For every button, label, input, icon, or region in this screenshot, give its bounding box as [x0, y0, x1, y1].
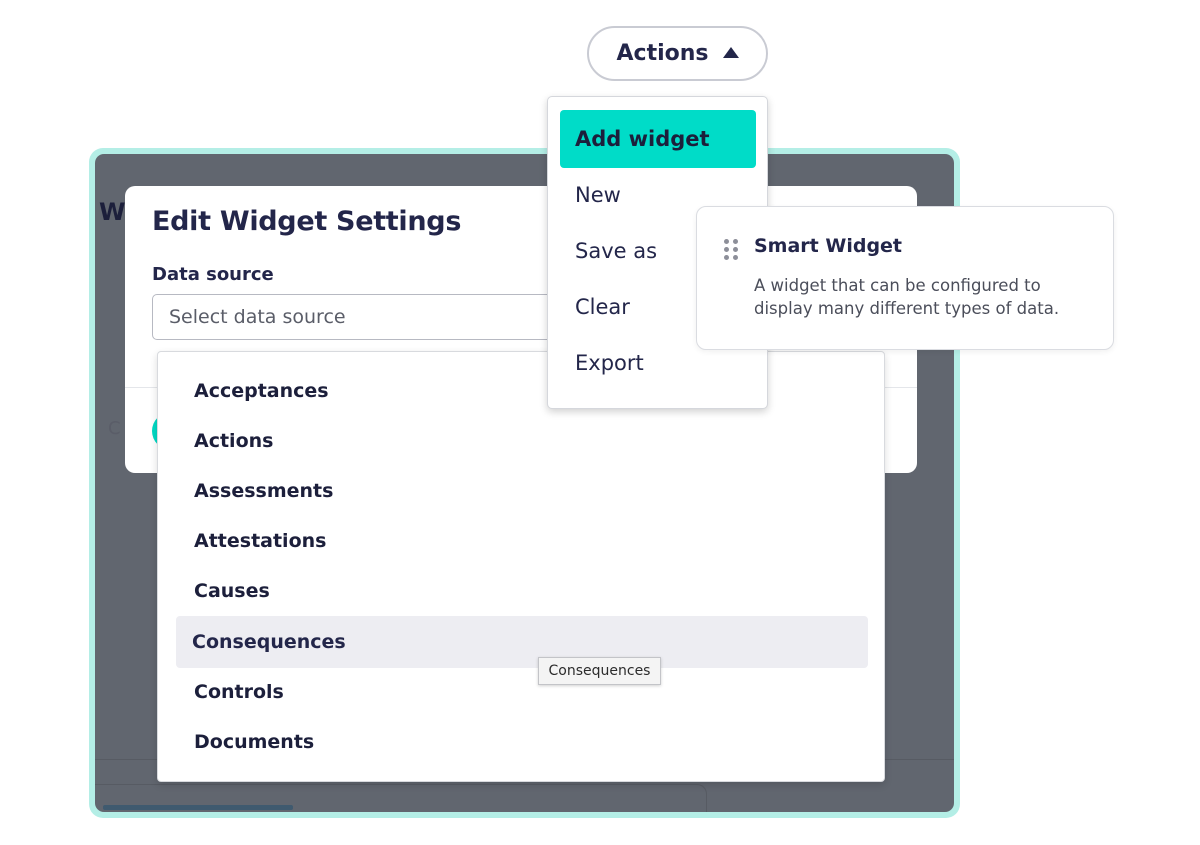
- option-controls[interactable]: Controls: [176, 666, 868, 718]
- widget-title: Smart Widget: [754, 235, 903, 257]
- widget-description: A widget that can be configured to displ…: [754, 276, 1060, 318]
- modal-footer-fragment: C: [108, 418, 121, 439]
- actions-button[interactable]: Actions: [587, 26, 768, 81]
- stage: Actions Wi Edit Widget Settings Data sou…: [0, 0, 1200, 845]
- option-actions[interactable]: Actions: [176, 415, 868, 467]
- option-tooltip: Consequences: [538, 657, 661, 685]
- option-consequences[interactable]: Consequences: [176, 616, 868, 668]
- option-assessments[interactable]: Assessments: [176, 465, 868, 517]
- data-source-label: Data source: [152, 264, 274, 285]
- data-source-select[interactable]: [152, 294, 572, 340]
- modal-title: Edit Widget Settings: [152, 206, 462, 237]
- option-attestations[interactable]: Attestations: [176, 515, 868, 567]
- option-documents[interactable]: Documents: [176, 716, 868, 768]
- smart-widget-card[interactable]: Smart Widget A widget that can be config…: [696, 206, 1114, 350]
- dashboard-footer-bar: [103, 805, 293, 810]
- menu-item-add-widget[interactable]: Add widget: [560, 110, 756, 168]
- drag-handle-icon[interactable]: [724, 239, 738, 261]
- caret-up-icon: [722, 47, 739, 58]
- actions-button-label: Actions: [616, 41, 709, 66]
- data-source-dropdown: Acceptances Actions Assessments Attestat…: [157, 351, 885, 782]
- option-causes[interactable]: Causes: [176, 565, 868, 617]
